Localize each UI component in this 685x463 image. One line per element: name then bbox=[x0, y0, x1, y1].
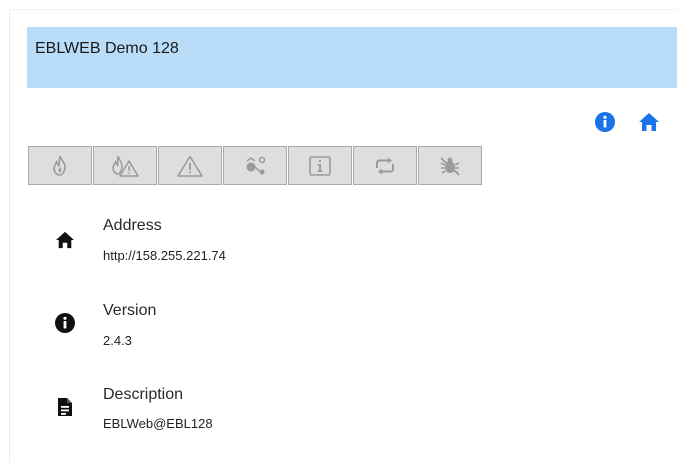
page-title: EBLWEB Demo 128 bbox=[35, 40, 179, 57]
fire-icon bbox=[53, 155, 66, 176]
bug-disabled-icon bbox=[440, 156, 460, 176]
info-circle-icon bbox=[54, 312, 76, 334]
device-connect-icon bbox=[246, 156, 266, 174]
warning-button[interactable] bbox=[158, 146, 222, 185]
detail-label: Address bbox=[103, 217, 162, 234]
document-icon bbox=[54, 396, 76, 418]
info-box-button[interactable] bbox=[288, 146, 352, 185]
bug-disabled-button[interactable] bbox=[418, 146, 482, 185]
detail-label: Version bbox=[103, 302, 157, 319]
fire-warning-icon bbox=[112, 155, 139, 177]
detail-value: 2.4.3 bbox=[103, 333, 132, 348]
detail-value: http://158.255.221.74 bbox=[103, 248, 226, 263]
info-circle-icon[interactable] bbox=[594, 111, 616, 133]
top-icon-bar bbox=[594, 111, 660, 133]
fire-warning-button[interactable] bbox=[93, 146, 157, 185]
detail-label: Description bbox=[103, 386, 184, 403]
home-icon bbox=[54, 229, 76, 251]
header-bar: EBLWEB Demo 128 bbox=[27, 27, 677, 88]
detail-value: EBLWeb@EBL128 bbox=[103, 416, 213, 431]
fire-button[interactable] bbox=[28, 146, 92, 185]
info-box-icon bbox=[309, 155, 331, 176]
home-icon[interactable] bbox=[638, 111, 660, 133]
refresh-loop-icon bbox=[376, 157, 394, 174]
warning-triangle-icon bbox=[177, 155, 203, 177]
refresh-loop-button[interactable] bbox=[353, 146, 417, 185]
toolbar bbox=[28, 146, 483, 185]
device-connect-button[interactable] bbox=[223, 146, 287, 185]
